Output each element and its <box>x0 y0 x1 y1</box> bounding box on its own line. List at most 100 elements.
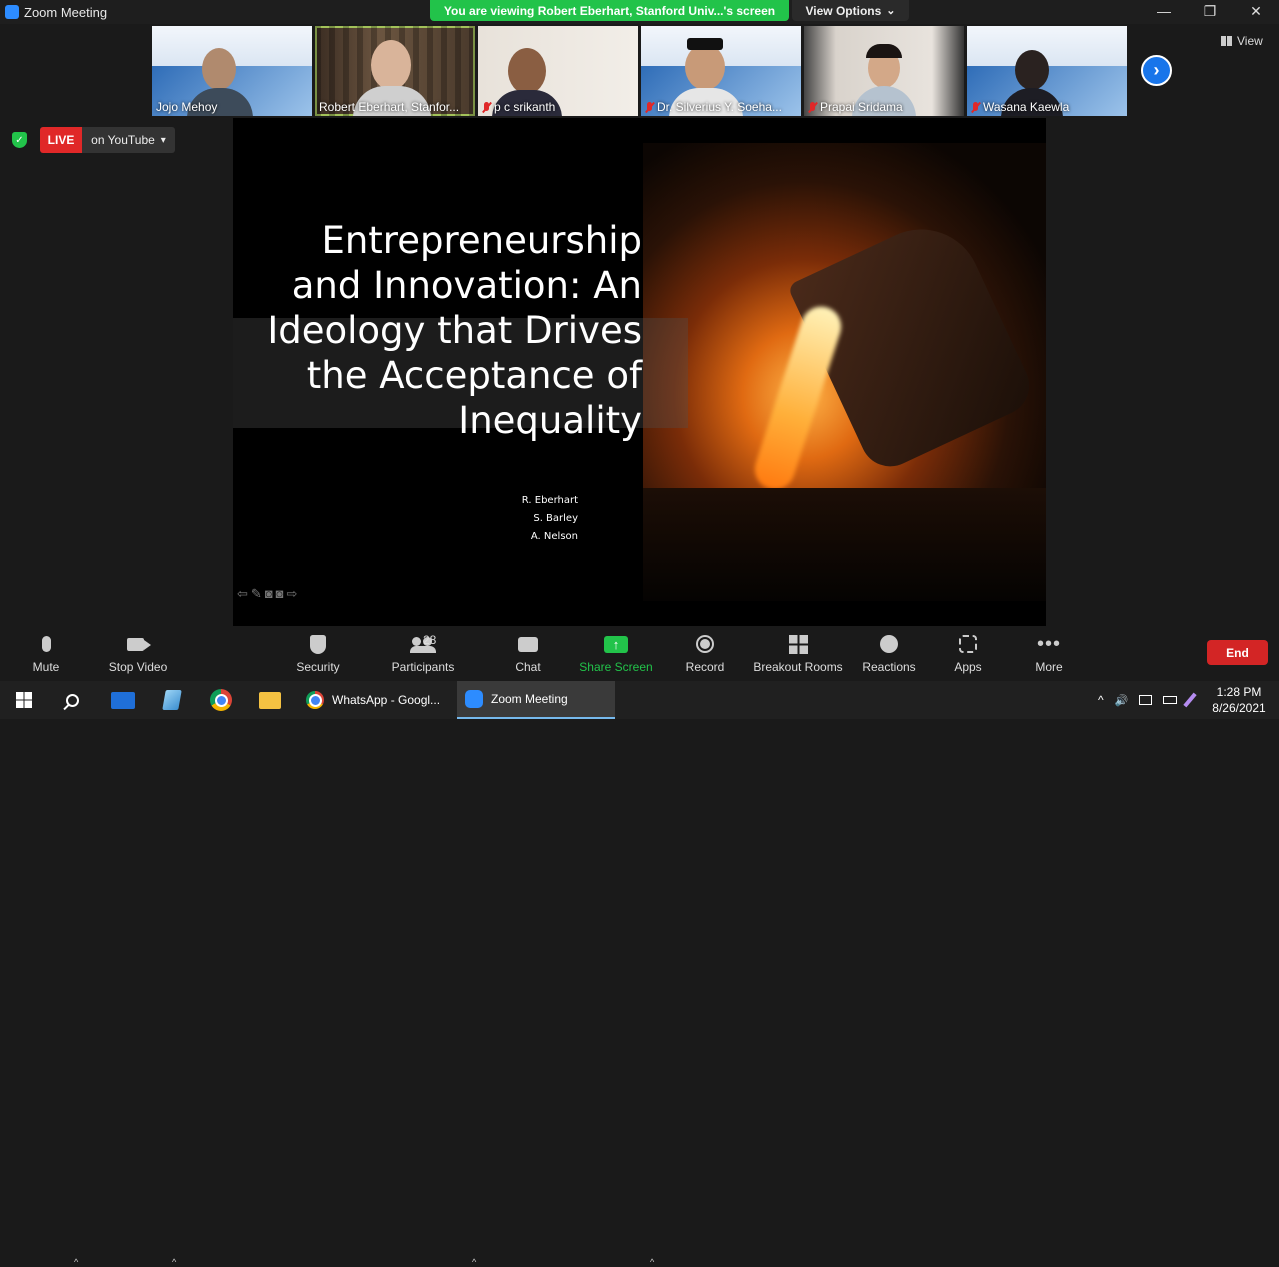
clock-time: 1:28 PM <box>1216 685 1262 699</box>
participant-tile[interactable]: Wasana Kaewla <box>967 26 1127 116</box>
taskbar-file-explorer[interactable] <box>246 681 294 719</box>
live-destination-dropdown[interactable]: on YouTube ▾ <box>82 127 175 153</box>
participant-name-label: Prapai Sridama <box>808 100 903 114</box>
network-icon[interactable] <box>1139 695 1153 705</box>
slides-menu-icon[interactable]: ◙ <box>265 586 273 602</box>
participant-tile-active-speaker[interactable]: Robert Eberhart, Stanfor... <box>315 26 475 116</box>
participant-tile[interactable]: Jojo Mehoy <box>152 26 312 116</box>
slide-title-line: and Innovation: An <box>291 264 642 307</box>
mute-button[interactable]: Mute <box>22 629 70 681</box>
view-button[interactable]: View <box>1221 34 1263 48</box>
stop-video-button[interactable]: Stop Video <box>104 629 172 681</box>
microphone-icon <box>41 636 51 652</box>
taskbar-app-whatsapp[interactable]: WhatsApp - Googl... <box>298 681 454 719</box>
chat-label: Chat <box>515 660 541 674</box>
encryption-shield-icon[interactable]: ✓ <box>12 132 27 148</box>
zoom-icon[interactable]: ◙ <box>276 586 284 602</box>
participant-name-label: Dr. Silverius Y. Soeha... <box>645 100 782 114</box>
taskbar-mail[interactable] <box>98 681 148 719</box>
shared-screen: Entrepreneurship and Innovation: An Ideo… <box>233 118 1046 626</box>
window-controls: — ❐ ✕ <box>1141 0 1279 22</box>
more-dots-icon: ••• <box>1036 633 1061 655</box>
reactions-smiley-icon <box>880 635 898 653</box>
audio-options-caret[interactable]: ^ <box>74 1257 78 1267</box>
slide-navigation-controls: ⇦ ✎ ◙ ◙ ⇨ <box>237 586 297 602</box>
taskbar-app-zoom[interactable]: Zoom Meeting <box>457 681 615 719</box>
meeting-toolbar: Mute ^ Stop Video ^ Security 28 Particip… <box>0 629 1279 1267</box>
apps-label: Apps <box>954 660 982 674</box>
participant-cap <box>687 38 723 50</box>
security-label: Security <box>296 660 340 674</box>
zoom-app-icon <box>465 690 483 708</box>
reactions-button[interactable]: Reactions <box>860 629 918 681</box>
slide-title-line: Ideology that Drives <box>267 309 642 352</box>
slide-title-line: Entrepreneurship <box>321 219 642 262</box>
pen-feather-icon[interactable] <box>1183 692 1198 708</box>
participants-options-caret[interactable]: ^ <box>472 1257 476 1267</box>
previous-slide-icon[interactable]: ⇦ <box>237 586 248 602</box>
taskbar-chrome[interactable] <box>197 681 245 719</box>
next-slide-icon[interactable]: ⇨ <box>287 586 298 602</box>
system-tray: ^ 🔊 <box>1094 681 1206 719</box>
participant-head <box>1015 50 1049 90</box>
taskbar-tablet-app[interactable] <box>148 681 196 719</box>
slide-author: R. Eberhart <box>521 495 578 506</box>
live-stream-indicator[interactable]: LIVE on YouTube ▾ <box>40 127 175 153</box>
more-label: More <box>1035 660 1063 674</box>
volume-icon[interactable]: 🔊 <box>1115 694 1129 707</box>
record-label: Record <box>685 660 725 674</box>
security-shield-icon <box>310 634 326 654</box>
taskbar-clock[interactable]: 1:28 PM 8/26/2021 <box>1209 684 1269 716</box>
security-button[interactable]: Security <box>292 629 344 681</box>
minimize-button[interactable]: — <box>1141 0 1187 22</box>
taskbar-search-button[interactable] <box>48 681 96 719</box>
participant-tile[interactable]: Dr. Silverius Y. Soeha... <box>641 26 801 116</box>
close-button[interactable]: ✕ <box>1233 0 1279 22</box>
battery-icon[interactable] <box>1163 696 1178 704</box>
slide-title-line: Inequality <box>458 399 642 442</box>
tablet-app-icon <box>162 690 182 710</box>
mute-label: Mute <box>32 660 60 674</box>
participant-name-label: Robert Eberhart, Stanfor... <box>319 100 459 114</box>
tray-overflow-chevron[interactable]: ^ <box>1098 693 1104 707</box>
chat-bubble-icon <box>518 636 538 652</box>
participants-button[interactable]: 28 Participants <box>388 629 458 681</box>
chevron-down-icon: ⌄ <box>886 5 896 17</box>
breakout-rooms-label: Breakout Rooms <box>753 660 843 674</box>
participants-count: 28 <box>423 633 437 647</box>
chat-button[interactable]: Chat <box>510 629 546 681</box>
participant-tile[interactable]: p c srikanth <box>478 26 638 116</box>
end-meeting-button[interactable]: End <box>1207 640 1268 665</box>
apps-button[interactable]: Apps <box>948 629 988 681</box>
participant-name: Dr. Silverius Y. Soeha... <box>657 100 782 114</box>
windows-taskbar: WhatsApp - Googl... Zoom Meeting ^ 🔊 1:2… <box>0 681 1279 719</box>
foundry-floor-shape <box>643 488 1046 601</box>
next-participants-button[interactable]: › <box>1141 55 1172 86</box>
breakout-rooms-button[interactable]: Breakout Rooms <box>752 629 844 681</box>
taskbar-app-label: WhatsApp - Googl... <box>332 693 441 707</box>
mail-icon <box>111 691 135 709</box>
mic-muted-icon <box>971 101 980 113</box>
participant-strip: Jojo Mehoy Robert Eberhart, Stanfor... p… <box>152 26 1127 116</box>
slide-title: Entrepreneurship and Innovation: An Ideo… <box>233 218 642 443</box>
participant-name-label: Jojo Mehoy <box>156 100 217 114</box>
chrome-icon <box>210 689 232 711</box>
share-screen-button[interactable]: ↑ Share Screen <box>578 629 654 681</box>
start-button[interactable] <box>0 681 47 719</box>
maximize-button[interactable]: ❐ <box>1187 0 1233 22</box>
participant-head <box>202 48 236 90</box>
share-screen-label: Share Screen <box>579 660 653 674</box>
view-options-button[interactable]: View Options ⌄ <box>792 0 909 21</box>
video-options-caret[interactable]: ^ <box>172 1257 176 1267</box>
windows-logo-icon <box>15 692 32 708</box>
slide-title-line: the Acceptance of <box>306 354 642 397</box>
more-button[interactable]: ••• More <box>1028 629 1070 681</box>
share-options-caret[interactable]: ^ <box>650 1257 654 1267</box>
participant-tile[interactable]: Prapai Sridama <box>804 26 964 116</box>
record-button[interactable]: Record <box>683 629 727 681</box>
participant-name: Jojo Mehoy <box>156 100 218 114</box>
slide-author: S. Barley <box>533 513 578 524</box>
participant-head <box>685 44 725 90</box>
pen-icon[interactable]: ✎ <box>251 586 262 602</box>
participant-head <box>508 48 546 94</box>
